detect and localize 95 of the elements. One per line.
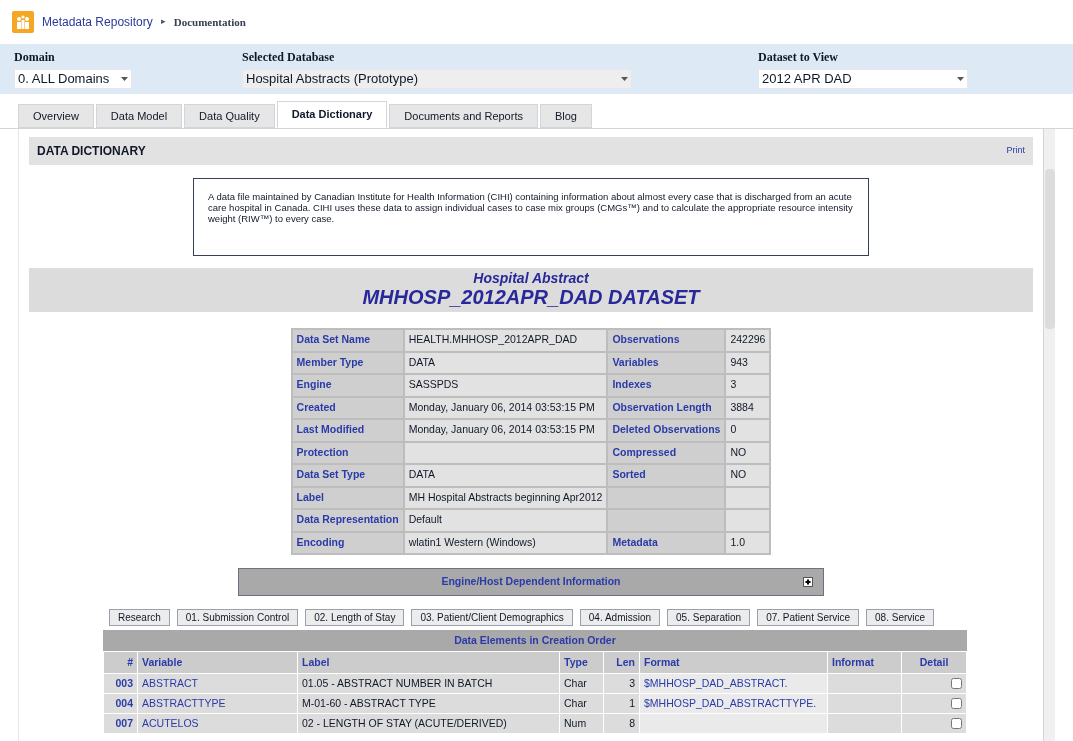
category-button[interactable]: 05. Separation (667, 609, 751, 626)
property-name: Label (296, 490, 324, 503)
table-title: Data Elements in Creation Order (103, 630, 967, 651)
property-value: NO (730, 445, 747, 458)
column-header: # (127, 655, 133, 668)
tab[interactable]: Blog (539, 104, 592, 128)
dropdown-caret-icon (957, 77, 964, 81)
row-number: 003 (115, 676, 133, 689)
property-name: Data Representation (296, 513, 399, 526)
property-name: Created (296, 400, 336, 413)
tab[interactable]: Documents and Reports (389, 104, 538, 128)
detail-checkbox[interactable] (951, 718, 962, 730)
dataset-title: MHHOSP_2012APR_DAD DATASET (362, 286, 700, 309)
property-name: Deleted Observations (612, 423, 721, 436)
selector-label: Dataset to View (758, 49, 839, 66)
row-number: 004 (115, 696, 133, 709)
column-header: Len (616, 655, 635, 668)
category-button[interactable]: 04. Admission (579, 609, 661, 626)
property-value: 0 (730, 423, 737, 436)
tab[interactable]: Data Quality (184, 104, 275, 128)
selector-label: Domain (14, 49, 56, 66)
property-name: Member Type (296, 355, 364, 368)
dropdown[interactable]: 2012 APR DAD (758, 69, 968, 89)
detail-checkbox[interactable] (951, 678, 962, 690)
category-button[interactable]: 08. Service (866, 609, 935, 626)
property-name: Observation Length (612, 400, 712, 413)
table-cell: 1 (629, 696, 635, 709)
property-value: SASSPDS (408, 378, 459, 391)
column-header: Informat (832, 655, 874, 668)
table-cell: 3 (629, 676, 635, 689)
breadcrumb-separator: ▸ (160, 15, 166, 29)
property-name: Encoding (296, 535, 345, 548)
table-cell: Char (564, 696, 587, 709)
property-value: Monday, January 06, 2014 03:53:15 PM (408, 400, 595, 413)
property-value: 3884 (730, 400, 754, 413)
category-button[interactable]: Research (109, 609, 170, 626)
engine-panel-title: Engine/Host Dependent Information (441, 574, 621, 590)
table-cell: Num (564, 716, 587, 729)
table-cell: M-01-60 - ABSTRACT TYPE (302, 696, 436, 709)
property-value: 1.0 (730, 535, 745, 548)
tab[interactable]: Overview (18, 104, 94, 128)
row-number: 007 (115, 716, 133, 729)
table-cell: Char (564, 676, 587, 689)
property-name: Data Set Name (296, 333, 371, 346)
column-header: Label (302, 655, 330, 668)
property-name: Last Modified (296, 423, 365, 436)
property-value: HEALTH.MHHOSP_2012APR_DAD (408, 333, 578, 346)
breadcrumb-link[interactable]: Metadata Repository (42, 13, 153, 31)
property-value: DATA (408, 468, 436, 481)
property-value: 3 (730, 378, 737, 391)
selector-label: Selected Database (242, 49, 336, 66)
dropdown[interactable]: Hospital Abstracts (Prototype) (242, 69, 632, 89)
category-button[interactable]: 07. Patient Service (757, 609, 860, 626)
column-header: Format (644, 655, 680, 668)
category-button[interactable]: 03. Patient/Client Demographics (411, 609, 573, 626)
property-name: Engine (296, 378, 332, 391)
property-name: Variables (612, 355, 659, 368)
expand-icon[interactable] (803, 577, 813, 587)
dataset-subtitle: Hospital Abstract (473, 271, 589, 286)
column-header: Variable (142, 655, 183, 668)
scrollbar[interactable] (1043, 129, 1055, 741)
table-cell: 8 (629, 716, 635, 729)
property-value: MH Hospital Abstracts beginning Apr2012 (408, 490, 603, 503)
table-cell: 02 - LENGTH OF STAY (ACUTE/DERIVED) (302, 716, 507, 729)
section-title: DATA DICTIONARY (37, 143, 146, 160)
tab[interactable]: Data Dictionary (276, 101, 388, 128)
category-button[interactable]: 01. Submission Control (176, 609, 299, 626)
property-value: DATA (408, 355, 436, 368)
description-box: A data file maintained by Canadian Institute for Health Information (CIHI) containing information about almost every case that is discharged from an acute care hospital in Canada. CIHI uses these data to assign individual cases to case mix groups (CMGs™) and to calculate the appropriate resource intensity weight (RIW™) to every case. (193, 178, 869, 256)
column-header: Type (564, 655, 588, 668)
dropdown[interactable]: 0. ALL Domains (14, 69, 132, 89)
property-name: Indexes (612, 378, 652, 391)
property-value: 242296 (730, 333, 766, 346)
dropdown-caret-icon (121, 77, 128, 81)
property-value: 943 (730, 355, 748, 368)
property-value: wlatin1 Western (Windows) (408, 535, 536, 548)
property-name: Data Set Type (296, 468, 366, 481)
print-link[interactable]: Print (1006, 144, 1025, 158)
property-name: Sorted (612, 468, 646, 481)
tab[interactable]: Data Model (95, 104, 183, 128)
detail-checkbox[interactable] (951, 698, 962, 710)
dropdown-caret-icon (621, 77, 628, 81)
property-name: Compressed (612, 445, 677, 458)
column-header: Detail (919, 655, 949, 668)
app-logo-icon (12, 11, 34, 33)
property-value: Monday, January 06, 2014 03:53:15 PM (408, 423, 595, 436)
property-name: Observations (612, 333, 680, 346)
property-name: Metadata (612, 535, 658, 548)
category-button[interactable]: 02. Length of Stay (305, 609, 405, 626)
breadcrumb-current: Documentation (173, 14, 246, 30)
table-cell: 01.05 - ABSTRACT NUMBER IN BATCH (302, 676, 493, 689)
property-value: Default (408, 513, 442, 526)
property-name: Protection (296, 445, 349, 458)
engine-panel[interactable]: Engine/Host Dependent Information (238, 568, 824, 596)
property-value: NO (730, 468, 747, 481)
